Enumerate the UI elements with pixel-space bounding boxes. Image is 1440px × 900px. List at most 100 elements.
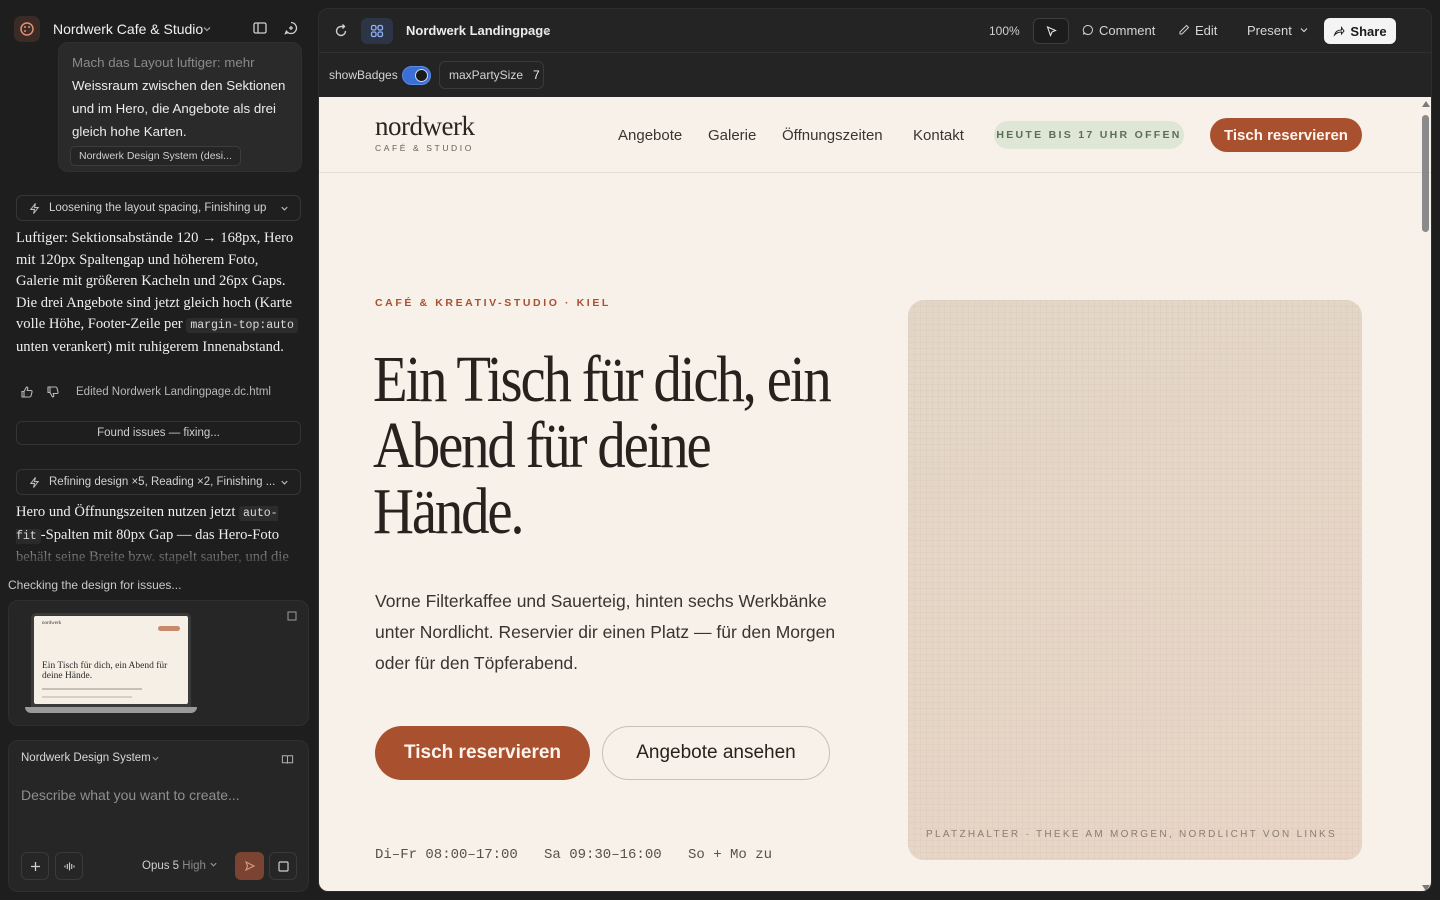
view-offers-button[interactable]: Angebote ansehen xyxy=(602,726,830,780)
reserve-button-header[interactable]: Tisch reservieren xyxy=(1210,118,1362,152)
hero-lead: Vorne Filterkaffee und Sauerteig, hinten… xyxy=(375,591,836,673)
reply-text: unten verankert) mit ruhigerem Innenabst… xyxy=(16,338,284,355)
assistant-reply-1: Luftiger: Sektionsabstände 120 → 168px, … xyxy=(16,228,303,359)
show-badges-toggle[interactable] xyxy=(401,65,431,85)
voice-button[interactable] xyxy=(55,852,83,880)
present-label: Present xyxy=(1247,23,1292,38)
nav-oeffnungszeiten[interactable]: Öffnungszeiten xyxy=(782,127,883,144)
comment-icon xyxy=(1082,24,1093,35)
nav-galerie[interactable]: Galerie xyxy=(708,127,756,144)
stop-icon xyxy=(277,860,289,872)
website-preview: nordwerk CAFÉ & STUDIO Angebote Galerie … xyxy=(319,97,1431,891)
thumbs-down-icon[interactable] xyxy=(46,385,60,399)
select-tool-button[interactable] xyxy=(1033,18,1069,44)
chevron-down-icon xyxy=(210,862,217,867)
scroll-down-arrow-icon[interactable] xyxy=(1422,885,1430,891)
edit-label: Edit xyxy=(1195,23,1218,38)
project-name[interactable]: Nordwerk Cafe & Studio xyxy=(53,21,203,37)
composer: Nordwerk Design System Describe what you… xyxy=(8,740,309,892)
edited-file-label[interactable]: Edited Nordwerk Landingpage.dc.html xyxy=(76,386,271,398)
share-label: Share xyxy=(1350,23,1387,39)
inline-code: margin-top:auto xyxy=(186,318,298,334)
present-button[interactable]: Present xyxy=(1247,23,1310,38)
components-toggle[interactable] xyxy=(361,18,393,44)
share-icon xyxy=(1333,25,1346,37)
model-selector[interactable]: Opus 5 High xyxy=(142,860,218,872)
laptop-base xyxy=(25,707,197,713)
checking-status: Checking the design for issues... xyxy=(8,578,182,592)
refresh-icon[interactable] xyxy=(333,23,349,39)
prop-label: showBadges xyxy=(329,68,398,82)
thumbnail-text-line xyxy=(42,688,142,690)
prop-show-badges: showBadges xyxy=(329,61,431,89)
chevron-down-icon xyxy=(281,480,288,485)
scroll-fade xyxy=(0,536,318,568)
nav-kontakt[interactable]: Kontakt xyxy=(913,127,964,144)
new-chat-icon[interactable] xyxy=(283,20,299,36)
hero-kicker: CAFÉ & KREATIV-STUDIO · KIEL xyxy=(375,297,611,309)
thumbnail-cta xyxy=(158,626,180,631)
thumbnail-logo: nordwerk xyxy=(42,621,62,626)
props-bar: showBadges maxPartySize 7 xyxy=(319,54,1431,97)
zoom-level[interactable]: 100% xyxy=(989,24,1020,38)
reserve-button-hero[interactable]: Tisch reservieren xyxy=(375,726,590,780)
plus-icon xyxy=(30,861,40,871)
stop-button[interactable] xyxy=(269,852,297,880)
step-summary-1[interactable]: Loosening the layout spacing, Finishing … xyxy=(16,195,301,221)
thumbnail-screen: nordwerk Ein Tisch für dich, ein Abend f… xyxy=(34,616,188,704)
prompt-input[interactable]: Describe what you want to create... xyxy=(21,787,240,803)
prop-max-party-size[interactable]: maxPartySize 7 xyxy=(439,61,544,89)
palette-icon[interactable] xyxy=(14,16,40,42)
reply-text: Hero und Öffnungszeiten nutzen jetzt xyxy=(16,504,240,520)
send-icon xyxy=(244,860,255,872)
comment-button[interactable]: Comment xyxy=(1082,23,1155,38)
status-indicator: Found issues — fixing... xyxy=(16,421,301,445)
max-party-size-value[interactable]: 7 xyxy=(533,68,540,82)
canvas-window: Nordwerk Landingpage 100% Comment Edit P… xyxy=(318,8,1432,892)
chat-panel: Nordwerk Cafe & Studio Mach das Layout l… xyxy=(0,0,318,900)
chevron-down-icon xyxy=(1301,28,1308,33)
model-effort: High xyxy=(182,860,206,872)
thumbnail-headline: Ein Tisch für dich, ein Abend für deine … xyxy=(42,661,168,681)
thumbnail-text-line xyxy=(42,696,132,698)
send-button[interactable] xyxy=(235,852,264,880)
comment-label: Comment xyxy=(1099,23,1156,38)
preview-thumbnail[interactable]: nordwerk Ein Tisch für dich, ein Abend f… xyxy=(8,600,309,726)
user-message-text: Mach das Layout luftiger: mehr Weissraum… xyxy=(72,51,292,143)
add-button[interactable] xyxy=(21,852,49,880)
share-button[interactable]: Share xyxy=(1324,18,1396,44)
open-status-badge: HEUTE BIS 17 UHR OFFEN xyxy=(994,121,1184,149)
user-message: Mach das Layout luftiger: mehr Weissraum… xyxy=(58,42,302,172)
bolt-icon xyxy=(29,203,40,214)
waveform-icon xyxy=(63,862,75,870)
header-divider xyxy=(319,172,1431,173)
prop-label: maxPartySize xyxy=(449,68,524,82)
chevron-down-icon[interactable] xyxy=(151,754,160,763)
expand-icon[interactable] xyxy=(287,611,297,621)
step-summary-label: Loosening the layout spacing, Finishing … xyxy=(49,202,267,214)
scroll-up-arrow-icon[interactable] xyxy=(1422,101,1430,107)
laptop-frame: nordwerk Ein Tisch für dich, ein Abend f… xyxy=(31,613,191,707)
attachment-chip[interactable]: Nordwerk Design System (desi... xyxy=(70,146,241,166)
chevron-down-icon[interactable] xyxy=(201,23,213,35)
hero-photo-placeholder: PLATZHALTER · THEKE AM MORGEN, NORDLICHT… xyxy=(908,300,1362,860)
book-icon[interactable] xyxy=(281,753,294,766)
chevron-down-icon[interactable] xyxy=(542,26,552,36)
site-logo-subtitle: CAFÉ & STUDIO xyxy=(375,143,474,153)
scrollbar-thumb[interactable] xyxy=(1422,115,1429,232)
components-icon xyxy=(370,24,384,38)
document-title[interactable]: Nordwerk Landingpage xyxy=(406,23,550,38)
site-logo[interactable]: nordwerk xyxy=(375,111,475,142)
sidebar-toggle-icon[interactable] xyxy=(252,20,268,36)
nav-angebote[interactable]: Angebote xyxy=(618,127,682,144)
step-summary-2[interactable]: Refining design ×5, Reading ×2, Finishin… xyxy=(16,469,301,495)
edit-button[interactable]: Edit xyxy=(1178,23,1217,38)
user-message-faded-line: Mach das Layout luftiger: mehr xyxy=(72,55,255,70)
hours-closed: So + Mo zu xyxy=(688,847,773,863)
thumbs-up-icon[interactable] xyxy=(20,385,34,399)
step-summary-label: Refining design ×5, Reading ×2, Finishin… xyxy=(49,476,276,488)
design-system-selector[interactable]: Nordwerk Design System xyxy=(21,752,151,764)
hero-headline: Ein Tisch für dich, ein Abend für deine … xyxy=(373,343,832,548)
photo-caption: PLATZHALTER · THEKE AM MORGEN, NORDLICHT… xyxy=(926,829,1337,840)
chevron-down-icon xyxy=(281,206,288,211)
